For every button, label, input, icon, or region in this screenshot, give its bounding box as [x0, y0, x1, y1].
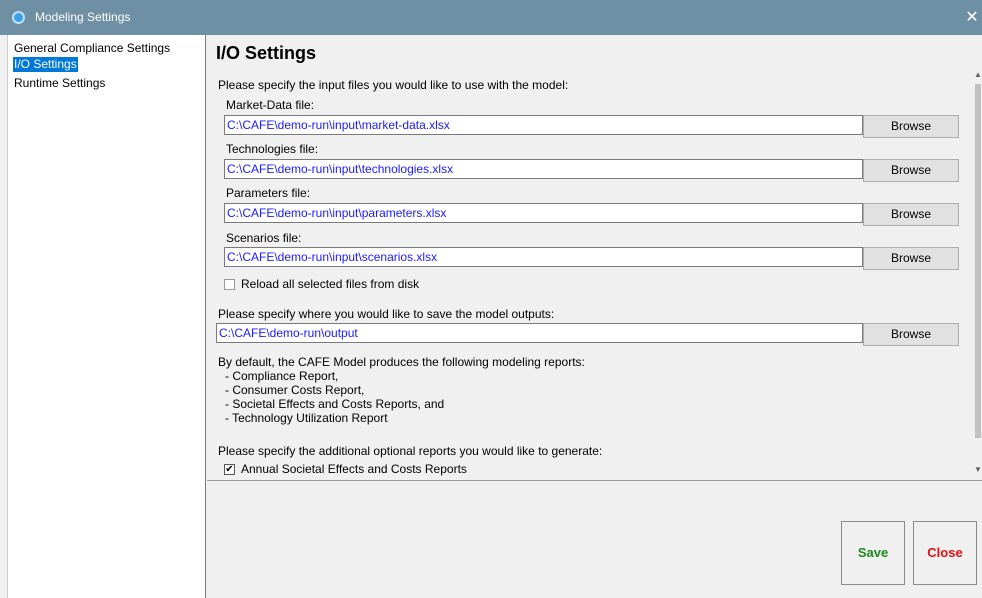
gear-icon — [12, 11, 25, 24]
reload-files-label: Reload all selected files from disk — [241, 277, 420, 291]
page-title: I/O Settings — [216, 43, 317, 63]
checkbox-box[interactable] — [224, 278, 235, 290]
input-files-prompt: Please specify the input files you would… — [218, 78, 569, 92]
reports-intro: By default, the CAFE Model produces the … — [218, 355, 585, 369]
market-data-browse-button[interactable]: Browse — [863, 115, 959, 138]
scroll-up-icon[interactable]: ▲ — [974, 70, 982, 79]
output-browse-button[interactable]: Browse — [863, 323, 959, 346]
action-bar: Save Close — [207, 480, 982, 598]
optional-reports-prompt: Please specify the additional optional r… — [218, 444, 603, 458]
market-data-field[interactable]: C:\CAFE\demo-run\input\market-data.xlsx — [224, 115, 863, 135]
settings-nav: General Compliance Settings I/O Settings… — [7, 35, 206, 598]
scenarios-browse-button[interactable]: Browse — [863, 247, 959, 270]
parameters-browse-button[interactable]: Browse — [863, 203, 959, 226]
parameters-label: Parameters file: — [226, 186, 311, 200]
sidebar-item-general-compliance[interactable]: General Compliance Settings — [13, 41, 171, 56]
sidebar-item-runtime-settings[interactable]: Runtime Settings — [13, 76, 106, 91]
reload-files-checkbox[interactable]: Reload all selected files from disk — [224, 277, 419, 291]
save-button[interactable]: Save — [841, 521, 905, 585]
scenarios-label: Scenarios file: — [226, 231, 302, 245]
close-button[interactable]: Close — [913, 521, 977, 585]
report-item: - Consumer Costs Report, — [225, 383, 365, 397]
report-item: - Technology Utilization Report — [225, 411, 388, 425]
annual-societal-effects-label: Annual Societal Effects and Costs Report… — [241, 462, 467, 476]
output-folder-field[interactable]: C:\CAFE\demo-run\output — [216, 323, 863, 343]
content-scrollbar[interactable]: ▲ ▼ — [974, 70, 982, 474]
output-prompt: Please specify where you would like to s… — [218, 307, 555, 321]
window-close-button[interactable]: ✕ — [962, 0, 982, 35]
technologies-browse-button[interactable]: Browse — [863, 159, 959, 182]
scroll-down-icon[interactable]: ▼ — [974, 465, 982, 474]
window-title: Modeling Settings — [35, 10, 131, 24]
technologies-field[interactable]: C:\CAFE\demo-run\input\technologies.xlsx — [224, 159, 863, 179]
technologies-label: Technologies file: — [226, 142, 319, 156]
io-settings-panel: I/O Settings Please specify the input fi… — [207, 35, 982, 480]
report-item: - Compliance Report, — [225, 369, 339, 383]
annual-societal-effects-checkbox[interactable]: ✔ Annual Societal Effects and Costs Repo… — [224, 462, 467, 476]
parameters-field[interactable]: C:\CAFE\demo-run\input\parameters.xlsx — [224, 203, 863, 223]
scenarios-field[interactable]: C:\CAFE\demo-run\input\scenarios.xlsx — [224, 247, 863, 267]
report-item: - Societal Effects and Costs Reports, an… — [225, 397, 445, 411]
scrollbar-thumb[interactable] — [975, 84, 981, 438]
sidebar-item-io-settings[interactable]: I/O Settings — [13, 57, 78, 72]
market-data-label: Market-Data file: — [226, 98, 315, 112]
checkmark-icon[interactable]: ✔ — [224, 463, 235, 475]
title-bar: Modeling Settings ✕ — [0, 0, 982, 35]
